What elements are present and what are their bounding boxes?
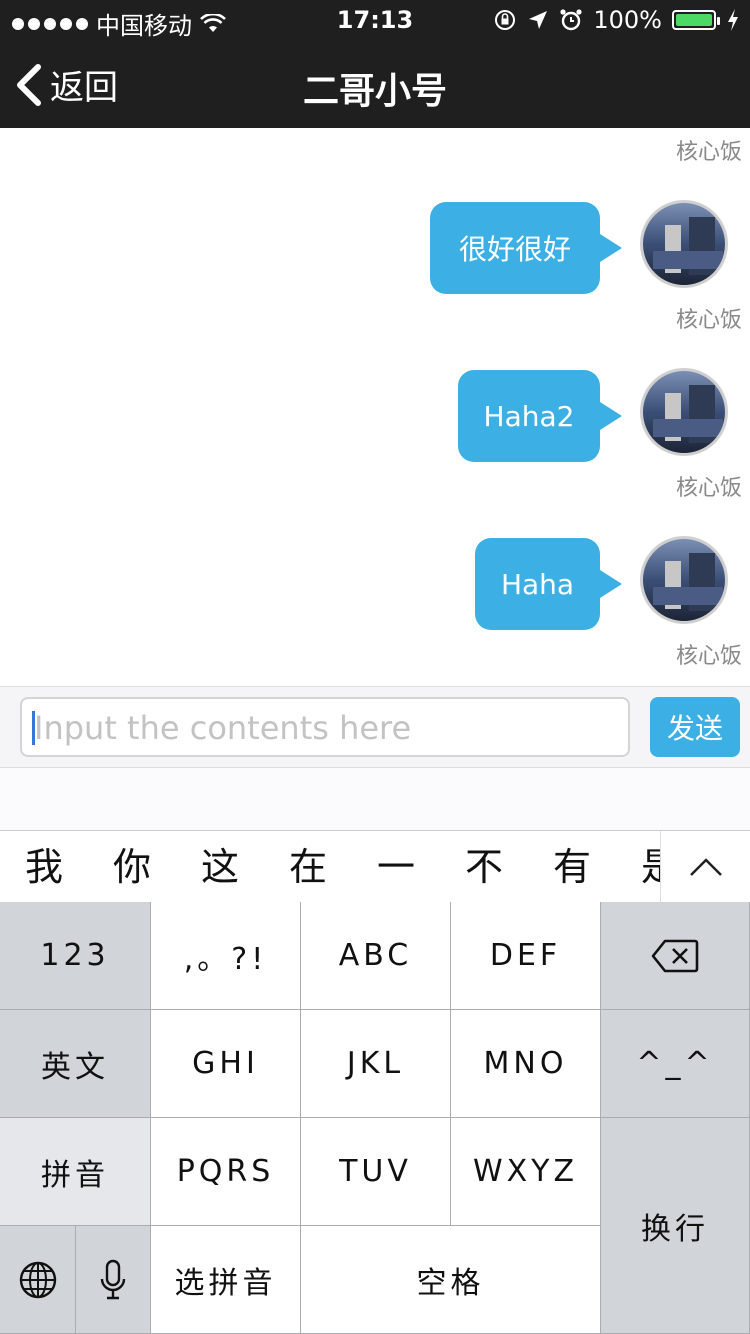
top-bar: 中国移动 17:13 100% 返回 二哥小号 — [0, 0, 750, 128]
key-mno[interactable]: MNO — [451, 1010, 601, 1118]
message-item: Haha2 — [0, 354, 750, 462]
message-input[interactable]: Input the contents here — [20, 697, 630, 757]
candidate-item[interactable]: 在 — [264, 831, 352, 903]
message-item: 很好很好 — [0, 186, 750, 294]
globe-key[interactable] — [0, 1226, 76, 1334]
return-key[interactable]: 换行 — [601, 1118, 750, 1334]
input-placeholder: Input the contents here — [34, 709, 412, 747]
charging-bolt-icon — [728, 9, 738, 31]
chevron-up-icon — [689, 858, 722, 876]
nav-bar: 返回 二哥小号 — [0, 40, 750, 128]
message-text: 很好很好 — [458, 233, 571, 266]
status-bar: 中国移动 17:13 100% — [0, 0, 750, 40]
composer-bar: Input the contents here 发送 — [0, 686, 750, 768]
expand-candidates-button[interactable] — [660, 831, 750, 903]
avatar[interactable] — [640, 536, 728, 624]
avatar[interactable] — [640, 200, 728, 288]
candidate-item[interactable]: 我 — [0, 831, 88, 903]
candidate-item[interactable]: 不 — [440, 831, 528, 903]
send-button[interactable]: 发送 — [650, 697, 740, 757]
message-text: Haha2 — [483, 399, 575, 433]
key-jkl[interactable]: JKL — [301, 1010, 451, 1118]
key-tuv[interactable]: TUV — [301, 1118, 451, 1226]
sender-name: 核心饭 — [675, 476, 742, 501]
key-emoticon[interactable]: ^_^ — [601, 1010, 750, 1118]
avatar[interactable] — [640, 368, 728, 456]
status-right: 100% — [493, 6, 740, 34]
microphone-icon — [100, 1259, 126, 1299]
backspace-key[interactable] — [601, 902, 750, 1010]
candidate-item[interactable]: 有 — [528, 831, 616, 903]
key-pqrs[interactable]: PQRS — [151, 1118, 301, 1226]
globe-icon — [19, 1261, 56, 1298]
alarm-icon — [560, 9, 582, 31]
candidate-bar: 我 你 这 在 一 不 有 是 — [0, 830, 750, 903]
key-def[interactable]: DEF — [451, 902, 601, 1010]
message-bubble[interactable]: 很好很好 — [430, 202, 622, 294]
key-123[interactable]: 123 — [0, 902, 151, 1010]
key-punctuation[interactable]: ,。?! — [151, 902, 301, 1010]
message-list[interactable]: 核心饭 很好很好 核心饭 Haha2 核心饭 Haha 核心饭 — [0, 128, 750, 686]
keyboard: 123 ,。?! ABC DEF 英文 GHI JKL MNO ^_^ 拼音 P… — [0, 902, 750, 1334]
page-title: 二哥小号 — [302, 71, 447, 112]
key-select-pinyin[interactable]: 选拼音 — [151, 1226, 301, 1334]
key-english[interactable]: 英文 — [0, 1010, 151, 1118]
microphone-key[interactable] — [76, 1226, 151, 1334]
rotation-lock-icon — [495, 10, 516, 30]
sender-name: 核心饭 — [675, 308, 742, 333]
keyboard-accessory-spacer — [0, 768, 750, 830]
key-wxyz[interactable]: WXYZ — [451, 1118, 601, 1226]
candidate-item[interactable]: 你 — [88, 831, 176, 903]
candidate-item[interactable]: 一 — [352, 831, 440, 903]
sender-name: 核心饭 — [675, 644, 742, 669]
location-arrow-icon — [529, 11, 548, 29]
key-pinyin[interactable]: 拼音 — [0, 1118, 151, 1226]
message-item: Haha — [0, 522, 750, 630]
candidate-item[interactable]: 这 — [176, 831, 264, 903]
text-caret — [32, 711, 35, 745]
key-abc[interactable]: ABC — [301, 902, 451, 1010]
candidate-list: 我 你 这 在 一 不 有 是 — [0, 831, 660, 903]
key-ghi[interactable]: GHI — [151, 1010, 301, 1118]
message-text: Haha — [500, 567, 575, 601]
sender-name: 核心饭 — [675, 140, 742, 165]
candidate-item[interactable]: 是 — [616, 831, 660, 903]
backspace-icon — [651, 939, 699, 972]
space-key[interactable]: 空格 — [301, 1226, 601, 1334]
battery-percent: 100% — [593, 6, 662, 34]
battery-icon — [672, 10, 720, 30]
message-bubble[interactable]: Haha2 — [458, 370, 622, 462]
message-bubble[interactable]: Haha — [475, 538, 622, 630]
